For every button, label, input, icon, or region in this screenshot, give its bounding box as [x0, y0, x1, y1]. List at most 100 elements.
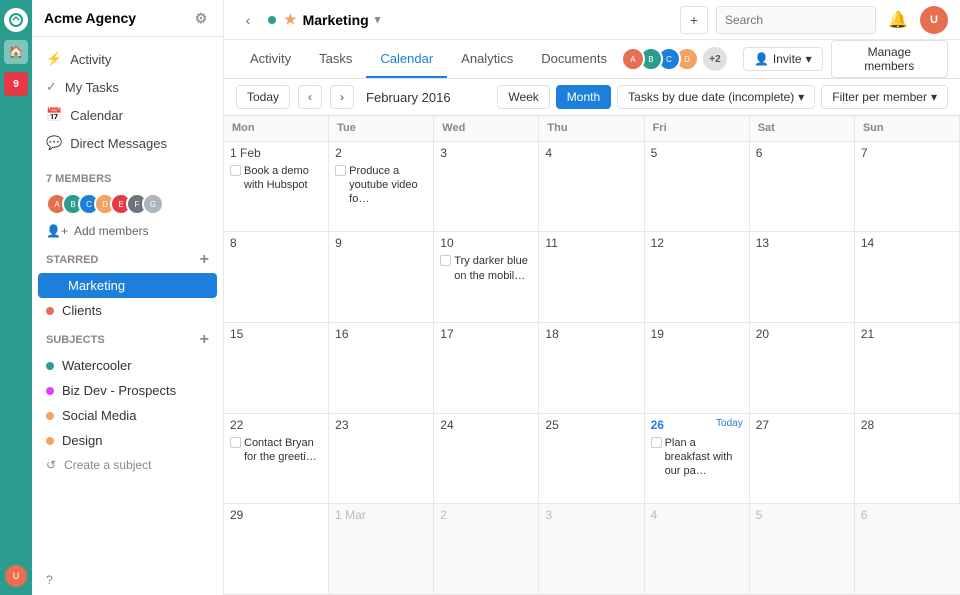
day-number: 22: [230, 418, 322, 432]
sidebar-item-calendar[interactable]: 📅 Calendar: [32, 101, 223, 129]
list-item[interactable]: Contact Bryan for the greeti…: [230, 436, 322, 465]
starred-item-clients[interactable]: Clients: [32, 298, 223, 323]
create-subject-button[interactable]: ↺ Create a subject: [32, 453, 223, 477]
calendar-day[interactable]: 23: [329, 414, 434, 505]
notifications-button[interactable]: 🔔: [884, 6, 912, 34]
list-item[interactable]: Produce a youtube video fo…: [335, 164, 427, 207]
month-view-button[interactable]: Month: [556, 85, 611, 109]
add-members-button[interactable]: 👤+ Add members: [32, 219, 223, 243]
sidebar-item-direct-messages[interactable]: 💬 Direct Messages: [32, 129, 223, 157]
day-number: 6: [756, 146, 848, 160]
calendar-day[interactable]: 28: [855, 414, 960, 505]
user-icon[interactable]: U: [5, 565, 27, 587]
tasks-filter-button[interactable]: Tasks by due date (incomplete) ▾: [617, 85, 815, 109]
day-number: 2: [335, 146, 427, 160]
calendar-day[interactable]: 17: [434, 323, 539, 414]
gear-icon[interactable]: ⚙: [191, 8, 211, 28]
subjects-add-icon[interactable]: +: [200, 331, 209, 349]
task-checkbox[interactable]: [230, 437, 241, 448]
calendar-day[interactable]: 2: [434, 504, 539, 595]
plus-count-badge: +2: [703, 47, 727, 71]
today-button[interactable]: Today: [236, 85, 290, 109]
calendar-day[interactable]: 26Plan a breakfast with our pa…: [645, 414, 750, 505]
calendar-day[interactable]: 8: [224, 232, 329, 323]
calendar-day[interactable]: 11: [539, 232, 644, 323]
calendar-day[interactable]: 24: [434, 414, 539, 505]
day-number: 2: [440, 508, 532, 522]
next-month-button[interactable]: ›: [330, 85, 354, 109]
invite-button[interactable]: 👤 Invite ▾: [743, 47, 823, 71]
starred-clients-label: Clients: [62, 303, 102, 318]
day-number: 14: [861, 236, 953, 250]
tab-documents[interactable]: Documents: [527, 41, 621, 78]
calendar-day[interactable]: 4: [645, 504, 750, 595]
task-checkbox[interactable]: [335, 165, 346, 176]
calendar-day[interactable]: 6: [750, 142, 855, 233]
calendar-day[interactable]: 4: [539, 142, 644, 233]
day-number: 5: [651, 146, 743, 160]
manage-members-button[interactable]: Manage members: [831, 40, 948, 78]
calendar-day[interactable]: 15: [224, 323, 329, 414]
calendar-day[interactable]: 20: [750, 323, 855, 414]
help-button[interactable]: ?: [32, 565, 223, 595]
tasks-icon: ✓: [46, 79, 57, 95]
prev-month-button[interactable]: ‹: [298, 85, 322, 109]
list-item[interactable]: Plan a breakfast with our pa…: [651, 436, 743, 479]
calendar-day[interactable]: 3: [434, 142, 539, 233]
calendar-day[interactable]: 27: [750, 414, 855, 505]
calendar-day[interactable]: 12: [645, 232, 750, 323]
calendar-day[interactable]: 3: [539, 504, 644, 595]
calendar-day[interactable]: 29: [224, 504, 329, 595]
calendar-day[interactable]: 7: [855, 142, 960, 233]
subjects-item-design[interactable]: Design: [32, 428, 223, 453]
filter-per-member-button[interactable]: Filter per member ▾: [821, 85, 948, 109]
calendar-day[interactable]: 14: [855, 232, 960, 323]
calendar-day[interactable]: 1 Mar: [329, 504, 434, 595]
tab-activity[interactable]: Activity: [236, 41, 305, 78]
search-input[interactable]: [716, 6, 876, 34]
tab-tasks[interactable]: Tasks: [305, 41, 366, 78]
space-title[interactable]: ★ Marketing ▾: [284, 11, 380, 28]
calendar-day[interactable]: 22 Contact Bryan for the greeti…: [224, 414, 329, 505]
home-icon[interactable]: 🏠: [4, 40, 28, 64]
calendar-day[interactable]: 1 FebBook a demo with Hubspot: [224, 142, 329, 233]
calendar-icon: 📅: [46, 107, 62, 123]
list-item[interactable]: Try darker blue on the mobil…: [440, 254, 532, 283]
task-checkbox[interactable]: [651, 437, 662, 448]
back-button[interactable]: ‹: [236, 8, 260, 32]
calendar-day[interactable]: 25: [539, 414, 644, 505]
day-number: 23: [335, 418, 427, 432]
create-subject-label: Create a subject: [64, 458, 151, 472]
starred-add-icon[interactable]: +: [200, 251, 209, 269]
tab-calendar[interactable]: Calendar: [366, 41, 447, 78]
week-view-button[interactable]: Week: [497, 85, 549, 109]
filter-per-member-label: Filter per member: [832, 90, 927, 104]
calendar-day[interactable]: 21: [855, 323, 960, 414]
add-button[interactable]: +: [680, 6, 708, 34]
calendar-day[interactable]: 10 Try darker blue on the mobil…: [434, 232, 539, 323]
task-checkbox[interactable]: [230, 165, 241, 176]
subjects-item-biz-dev[interactable]: Biz Dev - Prospects: [32, 378, 223, 403]
calendar-day[interactable]: 18: [539, 323, 644, 414]
calendar-day[interactable]: 6: [855, 504, 960, 595]
task-checkbox[interactable]: [440, 255, 451, 266]
notification-dot[interactable]: 9: [4, 72, 28, 96]
calendar-day[interactable]: 13: [750, 232, 855, 323]
subjects-item-social-media[interactable]: Social Media: [32, 403, 223, 428]
calendar-day[interactable]: 5: [750, 504, 855, 595]
sidebar-item-my-tasks[interactable]: ✓ My Tasks: [32, 73, 223, 101]
user-avatar[interactable]: U: [920, 6, 948, 34]
calendar-day[interactable]: 9: [329, 232, 434, 323]
subjects-item-watercooler[interactable]: Watercooler: [32, 353, 223, 378]
sidebar-item-activity[interactable]: ⚡ Activity: [32, 45, 223, 73]
calendar-day[interactable]: 19: [645, 323, 750, 414]
calendar-day[interactable]: 5: [645, 142, 750, 233]
calendar-day[interactable]: 2 Produce a youtube video fo…: [329, 142, 434, 233]
tab-analytics[interactable]: Analytics: [447, 41, 527, 78]
list-item[interactable]: Book a demo with Hubspot: [230, 164, 322, 193]
starred-item-marketing[interactable]: Marketing: [38, 273, 217, 298]
day-number: 10: [440, 236, 532, 250]
calendar-day[interactable]: 16: [329, 323, 434, 414]
day-header-fri: Fri: [645, 116, 750, 142]
subjects-design-label: Design: [62, 433, 102, 448]
